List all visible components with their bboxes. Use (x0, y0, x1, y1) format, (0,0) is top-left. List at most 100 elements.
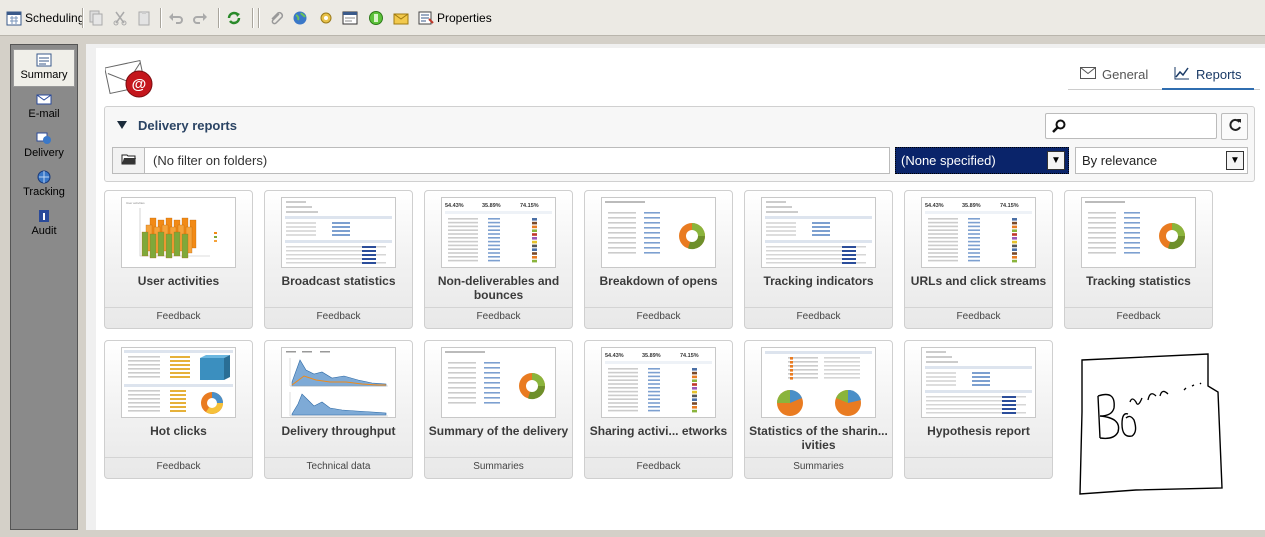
tab-label: Reports (1196, 66, 1242, 82)
sidebar-item-tracking[interactable]: Tracking (13, 167, 75, 205)
report-category (905, 457, 1052, 478)
paste-icon[interactable] (136, 8, 152, 28)
report-title: Breakdown of opens (599, 274, 718, 288)
svg-text:54.43%: 54.43% (445, 203, 464, 209)
scheduling-button[interactable]: Scheduling (6, 8, 84, 28)
panel-header[interactable]: Delivery reports (116, 118, 237, 133)
report-title: Statistics of the sharin... ivities (749, 424, 888, 452)
cut-icon[interactable] (112, 8, 128, 28)
svg-text:@: @ (132, 76, 147, 93)
report-thumbnail (441, 347, 556, 418)
report-card[interactable]: Summary of the delivery Summaries (424, 340, 573, 479)
report-card[interactable]: Hot clicks Feedback (104, 340, 253, 479)
tab-label: General (1102, 66, 1149, 82)
envelope-icon (1080, 66, 1096, 82)
svg-text:74.15%: 74.15% (680, 353, 699, 359)
report-card[interactable]: Tracking indicators Feedback (744, 190, 893, 329)
sidebar-item-label: Summary (20, 69, 68, 81)
refresh-button[interactable] (1221, 113, 1248, 140)
sidebar-item-email[interactable]: E-mail (13, 89, 75, 127)
copy-icon[interactable] (88, 8, 104, 28)
folder-filter-button[interactable] (112, 147, 145, 174)
attachment-icon[interactable] (268, 8, 284, 28)
sidebar-item-label: Audit (31, 225, 57, 237)
line-chart-icon (1174, 66, 1190, 83)
report-title: Non-deliverables and bounces (437, 274, 560, 302)
view-tabs: General Reports (1068, 60, 1260, 90)
tracking-icon (36, 170, 52, 184)
category-select[interactable]: (None specified) ▼ (895, 147, 1069, 174)
undo-icon[interactable] (168, 8, 184, 28)
report-card[interactable]: 54.43% 35.89% 74.15% Sharing activi... etwo… (584, 340, 733, 479)
globe-icon[interactable] (292, 8, 308, 28)
report-thumbnail: 54.43% 35.89% 74.15% (921, 197, 1036, 268)
report-card[interactable]: 54.43% 35.89% 74.15% Non-deliverables and b… (424, 190, 573, 329)
properties-icon (418, 10, 434, 26)
report-card[interactable]: Statistics of the sharin... ivities Summa… (744, 340, 893, 479)
refresh-green-icon[interactable] (226, 8, 242, 28)
sidebar-item-label: Tracking (23, 186, 65, 198)
report-title: Broadcast statistics (281, 274, 396, 288)
report-thumbnail (761, 347, 876, 418)
properties-button[interactable]: Properties (418, 8, 492, 28)
report-thumbnail: 54.43% 35.89% 74.15% (601, 347, 716, 418)
chevron-down-icon: ▼ (1047, 151, 1065, 170)
report-thumbnail: 54.43% 35.89% 74.15% (441, 197, 556, 268)
report-category: Feedback (425, 307, 572, 328)
handwritten-scribble (1076, 352, 1230, 498)
report-category: Feedback (105, 457, 252, 478)
sidebar-item-summary[interactable]: Summary (13, 49, 75, 87)
report-card[interactable]: Breakdown of opens Feedback (584, 190, 733, 329)
open-folder-icon (121, 153, 137, 168)
report-card[interactable]: Delivery throughput Technical data (264, 340, 413, 479)
report-card[interactable]: Hypothesis report (904, 340, 1053, 479)
report-title: Hypothesis report (927, 424, 1030, 438)
report-card[interactable]: 54.43% 35.89% 74.15% URLs and click streams… (904, 190, 1053, 329)
search-icon (1052, 119, 1066, 136)
report-card[interactable]: Tracking statistics Feedback (1064, 190, 1213, 329)
report-card[interactable]: User activities User activities Feedback (104, 190, 253, 329)
main-toolbar: Scheduling Properties (0, 0, 1265, 36)
green-button-icon[interactable] (368, 8, 384, 28)
sidebar-item-label: E-mail (28, 108, 60, 120)
tab-general[interactable]: General (1080, 60, 1148, 88)
report-title: Tracking indicators (763, 274, 874, 288)
svg-text:35.89%: 35.89% (962, 203, 981, 209)
report-title: Sharing activi... etworks (589, 424, 728, 438)
report-category: Feedback (1065, 307, 1212, 328)
report-title: Tracking statistics (1086, 274, 1191, 288)
sidebar-item-delivery[interactable]: Delivery (13, 128, 75, 166)
folder-filter-field[interactable]: (No filter on folders) (145, 147, 890, 174)
panel-title: Delivery reports (138, 118, 237, 133)
category-select-value: (None specified) (901, 153, 996, 168)
report-thumbnail (601, 197, 716, 268)
report-thumbnail (761, 197, 876, 268)
search-input[interactable] (1045, 113, 1217, 139)
tab-reports[interactable]: Reports (1162, 60, 1254, 90)
chevron-down-icon: ▼ (1226, 151, 1244, 170)
window-icon[interactable] (342, 8, 358, 28)
report-category: Summaries (745, 457, 892, 478)
report-category: Feedback (585, 457, 732, 478)
email-icon (36, 92, 52, 106)
redo-icon[interactable] (192, 8, 208, 28)
svg-text:User activities: User activities (126, 201, 145, 205)
settings-icon[interactable] (318, 8, 334, 28)
svg-text:35.89%: 35.89% (482, 203, 501, 209)
report-category: Feedback (905, 307, 1052, 328)
report-title: User activities (137, 274, 220, 288)
sort-select[interactable]: By relevance ▼ (1075, 147, 1248, 174)
calendar-icon (6, 10, 22, 26)
report-title: Hot clicks (150, 424, 207, 438)
audit-icon (36, 209, 52, 223)
report-card[interactable]: Broadcast statistics Feedback (264, 190, 413, 329)
report-category: Feedback (585, 307, 732, 328)
delivery-icon (36, 131, 52, 145)
svg-text:35.89%: 35.89% (642, 353, 661, 359)
svg-text:74.15%: 74.15% (520, 203, 539, 209)
envelope-folder-icon[interactable] (393, 8, 409, 28)
sidebar-item-audit[interactable]: Audit (13, 206, 75, 244)
svg-text:54.43%: 54.43% (605, 353, 624, 359)
summary-icon (36, 53, 52, 67)
report-category: Summaries (425, 457, 572, 478)
